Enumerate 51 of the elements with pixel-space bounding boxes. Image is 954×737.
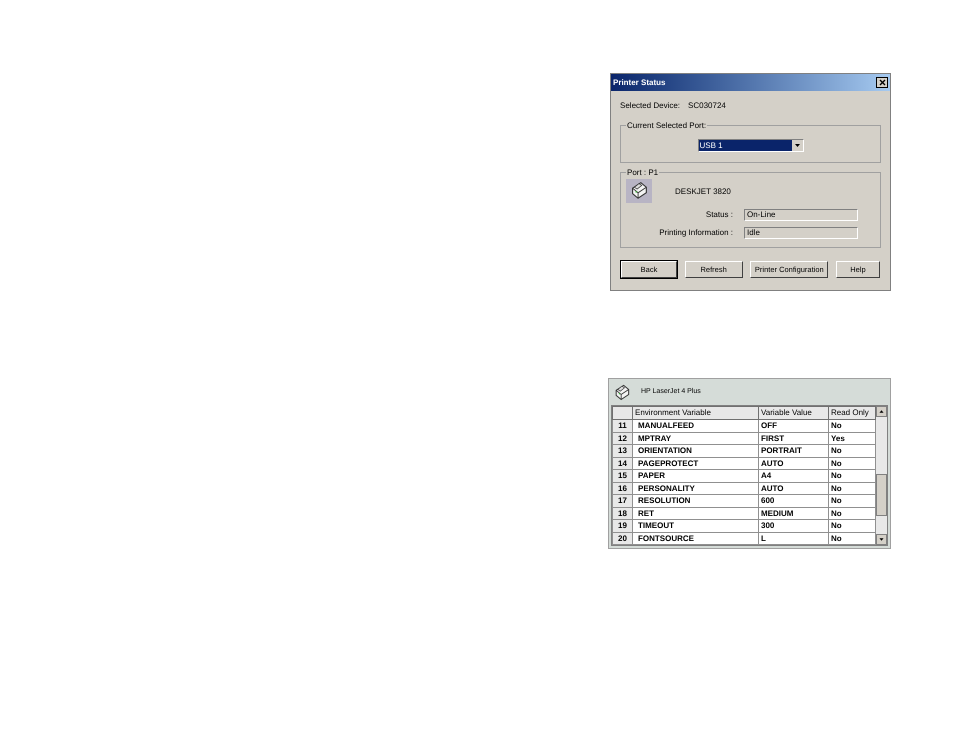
device-id: SC030724 — [688, 100, 726, 112]
column-header[interactable]: Variable Value — [758, 406, 828, 420]
table-cell: 600 — [758, 494, 828, 507]
table-cell: MEDIUM — [758, 507, 828, 520]
read-only-field: Idle — [744, 227, 858, 239]
scroll-thumb[interactable] — [876, 474, 887, 516]
table-cell: 300 — [758, 520, 828, 532]
device-label: Selected Device: — [620, 100, 680, 112]
table-cell: RET — [632, 507, 758, 520]
port-dropdown[interactable]: USB 1 — [698, 139, 804, 152]
table-cell: PORTRAIT — [758, 444, 828, 457]
window-title: Printer Status — [613, 76, 666, 88]
table-cell: AUTO — [758, 457, 828, 470]
row-number: 18 — [612, 507, 632, 520]
row-number: 12 — [612, 432, 632, 444]
row-number: 11 — [612, 420, 632, 432]
corner-header — [612, 406, 632, 420]
table-cell: RESOLUTION — [632, 494, 758, 507]
table-cell: PAGEPROTECT — [632, 457, 758, 470]
row-number: 14 — [612, 457, 632, 470]
row-number: 17 — [612, 494, 632, 507]
field-label: Status : — [704, 209, 734, 221]
row-number: 20 — [612, 532, 632, 544]
column-header[interactable]: Environment Variable — [632, 406, 758, 420]
scroll-up-icon[interactable] — [876, 406, 887, 417]
table-cell: MANUALFEED — [632, 420, 758, 432]
table-cell: FIRST — [758, 432, 828, 444]
table-cell: ORIENTATION — [632, 444, 758, 457]
row-number: 15 — [612, 470, 632, 482]
table-cell: PERSONALITY — [632, 482, 758, 494]
scroll-down-icon[interactable] — [876, 534, 887, 545]
row-number: 16 — [612, 482, 632, 494]
group-legend: Port : P1 — [626, 167, 660, 179]
table-cell: OFF — [758, 420, 828, 432]
close-button[interactable] — [876, 77, 888, 88]
table-cell: TIMEOUT — [632, 520, 758, 532]
table-cell: PAPER — [632, 470, 758, 482]
row-number: 13 — [612, 444, 632, 457]
field-label: Printing Information : — [658, 227, 734, 239]
table-cell: L — [758, 532, 828, 544]
table-cell: AUTO — [758, 482, 828, 494]
close-icon — [878, 79, 886, 86]
dropdown-value: USB 1 — [698, 140, 792, 151]
table-cell: FONTSOURCE — [632, 532, 758, 544]
read-only-field: On-Line — [744, 209, 858, 221]
table-cell: MPTRAY — [632, 432, 758, 444]
row-number: 19 — [612, 520, 632, 532]
scrollbar[interactable] — [876, 406, 887, 545]
table-cell: A4 — [758, 470, 828, 482]
printer-name: DESKJET 3820 — [675, 186, 731, 198]
column-header[interactable]: Read Only — [828, 406, 876, 420]
